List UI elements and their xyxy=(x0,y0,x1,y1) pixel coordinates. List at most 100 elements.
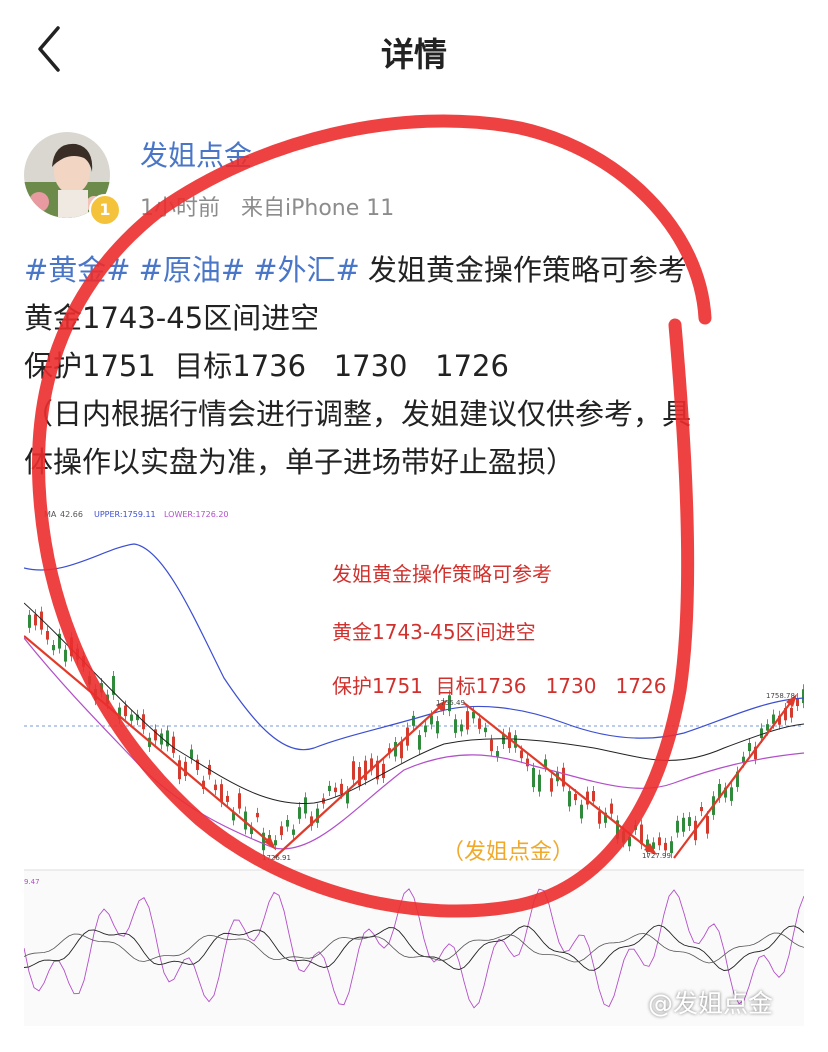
candle-body xyxy=(292,829,295,835)
candle-body xyxy=(658,837,661,846)
candle-body xyxy=(496,751,499,757)
candle-body xyxy=(304,797,307,814)
candle-body xyxy=(706,816,709,834)
chart-annotation-1: 发姐黄金操作策略可参考 xyxy=(332,562,552,586)
candle-body xyxy=(460,724,463,732)
post-line-4: （日内根据行情会进行调整，发姐建议仅供参考，具 xyxy=(24,397,692,431)
candle-body xyxy=(28,614,31,628)
candle-body xyxy=(190,749,193,759)
candle-body xyxy=(454,719,457,733)
candle-body xyxy=(70,637,73,657)
candle-body xyxy=(688,817,691,827)
candle-body xyxy=(178,760,181,780)
candle-body xyxy=(280,826,283,836)
author-name[interactable]: 发姐点金 xyxy=(140,134,252,174)
hashtag-oil[interactable]: #原油# xyxy=(139,253,246,287)
chart-annotation-2: 黄金1743-45区间进空 xyxy=(332,620,536,644)
candle-body xyxy=(172,736,175,753)
candle-body xyxy=(64,649,67,662)
candle-body xyxy=(550,778,553,792)
candle-body xyxy=(46,631,49,640)
candle-body xyxy=(538,774,541,792)
candle-body xyxy=(238,793,241,809)
post-source: 来自iPhone 11 xyxy=(241,196,395,221)
candle-body xyxy=(214,784,217,791)
candle-body xyxy=(760,728,763,739)
candle-body xyxy=(256,812,259,818)
candle-body xyxy=(478,718,481,729)
nav-bar: 详情 xyxy=(0,0,828,100)
candle-body xyxy=(424,725,427,733)
candle-body xyxy=(490,739,493,752)
point-label-peak-1: 1755.49 xyxy=(436,699,465,707)
post-time: 1小时前 xyxy=(140,196,220,221)
candle-body xyxy=(574,794,577,801)
chart-top-label-ma: MA xyxy=(44,510,57,519)
candle-body xyxy=(766,724,769,731)
candle-body xyxy=(130,714,133,721)
candle-body xyxy=(484,727,487,733)
candle-body xyxy=(532,767,535,788)
page-title: 详情 xyxy=(381,35,447,74)
candle-body xyxy=(676,820,679,833)
candle-body xyxy=(748,742,751,752)
candle-body xyxy=(802,689,805,704)
candle-body xyxy=(124,705,127,717)
point-label-peak-2: 1758.78 xyxy=(766,692,795,700)
post-line-1: #黄金# #原油# #外汇# 发姐黄金操作策略可参考 xyxy=(24,246,804,294)
candle-body xyxy=(34,614,37,626)
candle-body xyxy=(472,711,475,719)
post-line-3: 保护1751 目标1736 1730 1726 xyxy=(24,349,509,383)
candle-body xyxy=(598,811,601,824)
indicator-label: 9.47 xyxy=(24,878,40,886)
post-line-5: 体操作以实盘为准，单子进场带好止盈损） xyxy=(24,445,576,479)
candle-body xyxy=(622,831,625,843)
post-line-2: 黄金1743-45区间进空 xyxy=(24,301,320,335)
weibo-watermark: @发姐点金 xyxy=(648,989,774,1018)
candle-body xyxy=(700,807,703,812)
candle-body xyxy=(730,787,733,801)
candle-body xyxy=(352,761,355,780)
candle-body xyxy=(340,783,343,794)
post-image[interactable]: MA 42.66 UPPER:1759.11 LOWER:1726.20 175… xyxy=(23,508,805,1026)
candle-body xyxy=(328,785,331,791)
candle-body xyxy=(682,817,685,832)
candle-body xyxy=(364,760,367,781)
level-badge: 1 xyxy=(89,194,121,226)
candle-body xyxy=(520,750,523,759)
chart-top-label-lower: LOWER:1726.20 xyxy=(164,510,229,519)
candle-body xyxy=(274,840,277,846)
candle-body xyxy=(418,735,421,750)
candle-body xyxy=(382,763,385,779)
chart-top-label-upper: UPPER:1759.11 xyxy=(94,510,156,519)
candle-body xyxy=(226,795,229,802)
candle-body xyxy=(568,791,571,807)
candle-body xyxy=(592,791,595,802)
candle-body xyxy=(106,694,109,705)
candle-body xyxy=(52,644,55,651)
post-headline: 发姐黄金操作策略可参考 xyxy=(367,253,687,287)
hashtag-forex[interactable]: #外汇# xyxy=(253,253,360,287)
hashtag-gold[interactable]: #黄金# xyxy=(24,253,131,287)
candle-body xyxy=(436,721,439,734)
candle-body xyxy=(466,711,469,730)
candle-body xyxy=(628,836,631,847)
chart-annotation-3: 保护1751 目标1736 1730 1726 xyxy=(332,674,667,698)
post-meta: 1小时前 来自iPhone 11 xyxy=(140,190,408,222)
candle-body xyxy=(580,804,583,819)
candle-body xyxy=(100,683,103,693)
chart-top-label-value: 42.66 xyxy=(60,510,83,519)
candle-body xyxy=(796,698,799,707)
post-body: #黄金# #原油# #外汇# 发姐黄金操作策略可参考 黄金1743-45区间进空 保护… xyxy=(24,246,804,486)
candle-body xyxy=(88,676,91,685)
chart-center-watermark: （发姐点金） xyxy=(442,840,575,865)
candle-body xyxy=(358,767,361,786)
candle-body xyxy=(412,715,415,726)
point-label-low-2: 1727.99 xyxy=(642,852,671,860)
candle-body xyxy=(790,707,793,718)
candle-body xyxy=(298,807,301,819)
point-label-low-1: 1726.91 xyxy=(262,854,291,862)
candle-body xyxy=(664,842,667,851)
candle-body xyxy=(526,758,529,767)
candle-body xyxy=(220,784,223,803)
